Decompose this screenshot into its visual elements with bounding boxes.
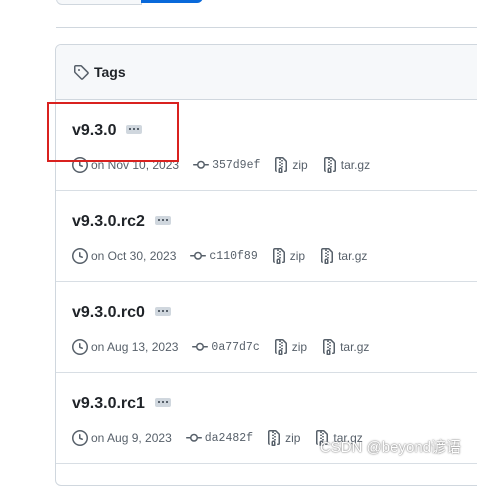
tag-date[interactable]: on Oct 30, 2023 <box>91 249 176 263</box>
tag-date[interactable]: on Aug 9, 2023 <box>91 431 172 445</box>
tags-title: Tags <box>94 64 126 80</box>
tag-name-link[interactable]: v9.3.0.rc0 <box>72 304 145 321</box>
file-zip-icon <box>319 248 335 264</box>
tags-box: Tags v9.3.0 on Nov 10, 2023 357d9ef zip … <box>55 44 477 486</box>
commit-hash-link[interactable]: c110f89 <box>209 250 257 263</box>
watermark: CSDN @beyond谚语 <box>319 439 461 456</box>
targz-download-link[interactable]: tar.gz <box>338 249 367 263</box>
clock-icon <box>72 157 88 173</box>
divider <box>56 27 477 28</box>
tag-icon <box>73 64 89 80</box>
tag-name-link[interactable]: v9.3.0.rc1 <box>72 395 145 412</box>
commit-hash-link[interactable]: 0a77d7c <box>211 341 259 354</box>
zip-download-link[interactable]: zip <box>292 340 307 354</box>
commit-hash-link[interactable]: 357d9ef <box>212 159 260 172</box>
zip-download-link[interactable]: zip <box>285 431 300 445</box>
kebab-horizontal-icon[interactable] <box>154 216 171 226</box>
tag-meta: on Oct 30, 2023 c110f89 zip tar.gz <box>72 248 381 264</box>
commit-icon <box>193 157 210 173</box>
clock-icon <box>72 248 88 264</box>
file-zip-icon <box>321 339 337 355</box>
tag-date[interactable]: on Aug 13, 2023 <box>91 340 178 354</box>
tags-box-header: Tags <box>56 45 477 100</box>
targz-download-link[interactable]: tar.gz <box>340 340 369 354</box>
file-zip-icon <box>271 248 287 264</box>
file-zip-icon <box>322 157 338 173</box>
tag-date[interactable]: on Nov 10, 2023 <box>91 158 179 172</box>
tag-row: v9.3.0.rc0 on Aug 13, 2023 0a77d7c zip t… <box>56 282 477 373</box>
commit-icon <box>190 248 207 264</box>
clock-icon <box>72 339 88 355</box>
zip-download-link[interactable]: zip <box>290 249 305 263</box>
kebab-horizontal-icon[interactable] <box>126 125 143 135</box>
file-zip-icon <box>266 430 282 446</box>
tag-name-link[interactable]: v9.3.0 <box>72 122 116 139</box>
tag-row: v9.3.0 on Nov 10, 2023 357d9ef zip tar.g… <box>56 100 477 191</box>
kebab-horizontal-icon[interactable] <box>154 307 171 317</box>
kebab-horizontal-icon[interactable] <box>154 398 171 408</box>
zip-download-link[interactable]: zip <box>292 158 307 172</box>
targz-download-link[interactable]: tar.gz <box>341 158 370 172</box>
commit-icon <box>185 430 202 446</box>
file-zip-icon <box>273 157 289 173</box>
tag-row: v9.3.0.rc2 on Oct 30, 2023 c110f89 zip t… <box>56 191 477 282</box>
clock-icon <box>72 430 88 446</box>
commit-hash-link[interactable]: da2482f <box>205 432 253 445</box>
top-button-primary[interactable] <box>141 0 203 3</box>
tag-meta: on Aug 13, 2023 0a77d7c zip tar.gz <box>72 339 383 355</box>
commit-icon <box>192 339 209 355</box>
top-button-secondary[interactable] <box>56 0 142 5</box>
file-zip-icon <box>273 339 289 355</box>
tag-meta: on Nov 10, 2023 357d9ef zip tar.gz <box>72 157 384 173</box>
tag-name-link[interactable]: v9.3.0.rc2 <box>72 213 145 230</box>
